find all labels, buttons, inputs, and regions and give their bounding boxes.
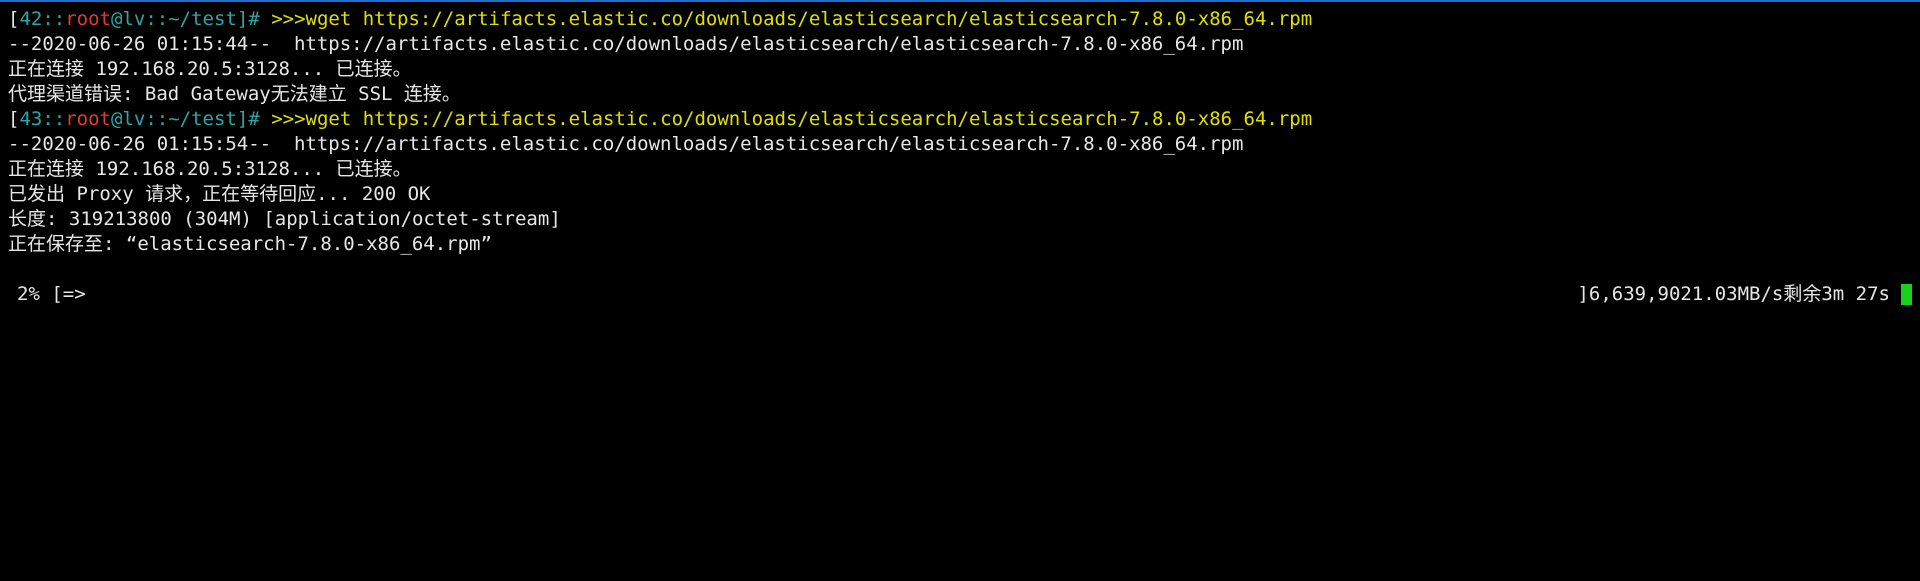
progress-right: ] 6,639,902 1.03MB/s 剩余 3m 27s bbox=[1577, 282, 1912, 307]
window-top-border bbox=[0, 0, 1920, 2]
command-text: wget https://artifacts.elastic.co/downlo… bbox=[305, 108, 1313, 130]
prompt-arrows: >>> bbox=[259, 108, 306, 130]
prompt-at: @ bbox=[111, 8, 123, 30]
prompt-at: @ bbox=[111, 108, 123, 130]
downloaded-bytes: 6,639,902 bbox=[1588, 283, 1692, 305]
prompt-separator: :: bbox=[42, 108, 66, 130]
eta-label: 剩余 bbox=[1783, 283, 1822, 305]
prompt-symbol: ]# bbox=[236, 8, 260, 30]
prompt-line: [43::root@lv::~/test]# >>>wget https://a… bbox=[8, 107, 1912, 132]
prompt-history-number: 42 bbox=[19, 8, 43, 30]
prompt-user: root bbox=[65, 108, 111, 130]
output-line: 长度: 319213800 (304M) [application/octet-… bbox=[8, 208, 561, 230]
output-line: 正在保存至: “elasticsearch-7.8.0-x86_64.rpm” bbox=[8, 233, 492, 255]
eta-value: 3m 27s bbox=[1821, 283, 1890, 305]
download-progress-line: 2% [=> ] 6,639,902 1.03MB/s 剩余 3m 27s bbox=[8, 282, 1912, 307]
progress-bar: [=> bbox=[51, 283, 86, 305]
progress-left: 2% [=> bbox=[17, 282, 86, 307]
progress-bar-end: ] bbox=[1577, 283, 1589, 305]
output-line: --2020-06-26 01:15:54-- https://artifact… bbox=[8, 133, 1244, 155]
prompt-line: [42::root@lv::~/test]# >>>wget https://a… bbox=[8, 7, 1912, 32]
prompt-symbol: ]# bbox=[236, 108, 260, 130]
prompt-separator: :: bbox=[145, 8, 169, 30]
prompt-open-bracket: [ bbox=[8, 108, 20, 130]
prompt-path: ~/test bbox=[168, 8, 237, 30]
output-line: --2020-06-26 01:15:44-- https://artifact… bbox=[8, 33, 1244, 55]
progress-percent: 2% bbox=[17, 283, 40, 305]
prompt-user: root bbox=[65, 8, 111, 30]
terminal-output[interactable]: [42::root@lv::~/test]# >>>wget https://a… bbox=[8, 7, 1912, 577]
command-text: wget https://artifacts.elastic.co/downlo… bbox=[305, 8, 1313, 30]
prompt-history-number: 43 bbox=[19, 108, 43, 130]
prompt-host: lv bbox=[122, 8, 146, 30]
download-speed: 1.03MB/s bbox=[1691, 283, 1784, 305]
output-line: 正在连接 192.168.20.5:3128... 已连接。 bbox=[8, 58, 412, 80]
output-line: 已发出 Proxy 请求，正在等待回应... 200 OK bbox=[8, 183, 431, 205]
prompt-path: ~/test bbox=[168, 108, 237, 130]
terminal-cursor bbox=[1901, 284, 1912, 305]
prompt-open-bracket: [ bbox=[8, 8, 20, 30]
output-line: 正在连接 192.168.20.5:3128... 已连接。 bbox=[8, 158, 412, 180]
prompt-arrows: >>> bbox=[259, 8, 306, 30]
output-line: 代理渠道错误: Bad Gateway无法建立 SSL 连接。 bbox=[8, 83, 461, 105]
prompt-separator: :: bbox=[145, 108, 169, 130]
prompt-host: lv bbox=[122, 108, 146, 130]
prompt-separator: :: bbox=[42, 8, 66, 30]
